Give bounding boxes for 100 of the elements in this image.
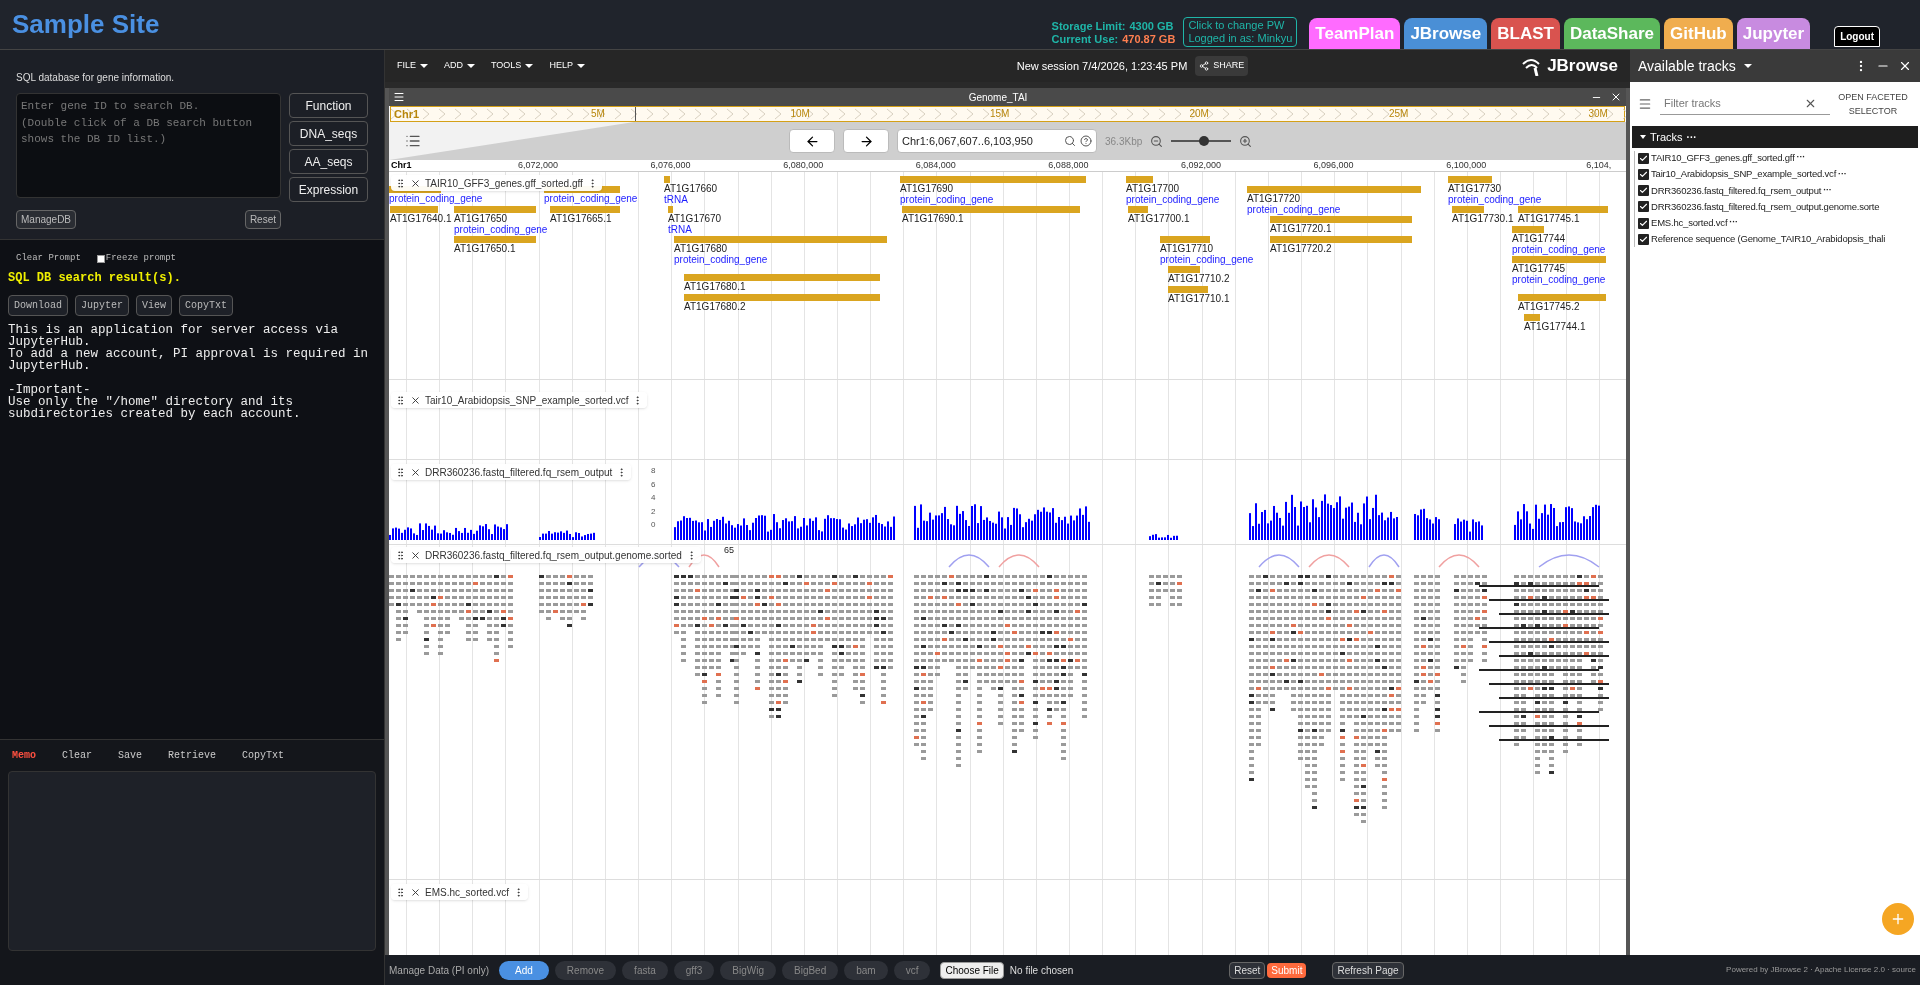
drag-handle-icon[interactable] <box>395 549 406 561</box>
track-item-label[interactable]: EMS.hc_sorted.vcf <box>1651 216 1728 231</box>
back-button[interactable] <box>789 129 835 153</box>
menu-button[interactable]: HELP <box>549 59 585 73</box>
filter-field[interactable]: Filter tracks <box>1664 95 1804 112</box>
feature-label: AT1G17745.1 <box>1518 213 1581 224</box>
memo-action-button[interactable]: Retrieve <box>168 748 217 763</box>
refresh-page-button[interactable]: Refresh Page <box>1332 961 1404 979</box>
close-icon[interactable] <box>410 177 421 189</box>
reset-button[interactable]: Reset <box>1229 961 1266 979</box>
result-action-button[interactable]: Download <box>8 294 68 316</box>
choose-file-button[interactable]: Choose File <box>940 961 1004 979</box>
track-checkbox[interactable] <box>1638 152 1649 164</box>
feature-label: AT1G17744.1 <box>1524 321 1586 332</box>
close-icon[interactable] <box>410 466 421 478</box>
drag-handle-icon[interactable] <box>395 886 406 898</box>
ruler-tick-label: 6,096,000 <box>1313 160 1354 171</box>
feature-description: protein_coding_gene <box>900 194 995 205</box>
track-checkbox[interactable] <box>1638 217 1649 229</box>
track-label[interactable]: TAIR10_GFF3_genes.gff_sorted.gff <box>391 175 602 191</box>
track-checkbox[interactable] <box>1638 168 1649 180</box>
more-button[interactable]: ··· <box>1686 129 1697 145</box>
db-search-button[interactable]: Function <box>289 93 368 118</box>
track-selector-icon[interactable] <box>405 133 421 149</box>
format-button[interactable]: vcf <box>893 960 931 980</box>
expand-icon[interactable] <box>1640 135 1646 139</box>
close-icon[interactable] <box>410 886 421 898</box>
result-action-button[interactable]: CopyTxt <box>179 294 234 316</box>
overview-tick-label: 5M <box>591 107 605 121</box>
more-button[interactable]: ··· <box>1823 183 1832 198</box>
drag-handle-icon[interactable] <box>395 466 406 478</box>
memo-field[interactable] <box>8 771 376 951</box>
more-button[interactable]: ··· <box>1796 151 1805 165</box>
close-icon[interactable] <box>1898 59 1912 73</box>
track-checkbox[interactable] <box>1638 185 1649 197</box>
menu-icon[interactable] <box>1638 97 1652 111</box>
menu-button[interactable]: TOOLS <box>491 59 534 73</box>
drag-handle-icon[interactable] <box>395 394 406 406</box>
track-item-label[interactable]: Reference sequence (Genome_TAIR10_Arabidopsis_thali <box>1651 232 1886 247</box>
view-menu-icon[interactable] <box>393 91 405 103</box>
menu-button[interactable]: FILE <box>397 59 428 73</box>
gene-id-field[interactable]: Enter gene ID to search DB. (Double click of a DB search button shows the DB ID list.) <box>16 93 281 198</box>
more-button[interactable]: ··· <box>1838 167 1847 182</box>
track-item-label[interactable]: Tair10_Arabidopsis_SNP_example_sorted.vcf <box>1651 167 1837 182</box>
close-icon[interactable] <box>410 394 421 406</box>
format-button[interactable]: gff3 <box>673 960 715 980</box>
track-label[interactable]: EMS.hc_sorted.vcf <box>391 884 528 900</box>
track-checkbox[interactable] <box>1638 201 1649 213</box>
track-item-label[interactable]: TAIR10_GFF3_genes.gff_sorted.gff <box>1651 151 1795 166</box>
locus-field[interactable]: Chr1:6,067,607..6,103,950 <box>897 129 1097 153</box>
drag-handle-icon[interactable] <box>395 177 406 189</box>
close-icon[interactable] <box>1610 91 1622 103</box>
logout-button[interactable]: Logout <box>1834 26 1880 47</box>
help-icon[interactable] <box>1080 135 1092 147</box>
manage-db-button[interactable]: ManageDB <box>16 210 77 229</box>
track-label[interactable]: Tair10_Arabidopsis_SNP_example_sorted.vcf <box>391 392 648 408</box>
format-button[interactable]: BigBed <box>782 960 839 980</box>
format-button[interactable]: bam <box>844 960 888 980</box>
track-item-label[interactable]: DRR360236.fastq_filtered.fq_rsem_output.genome.sorte <box>1651 199 1880 214</box>
memo-action-button[interactable]: Clear <box>62 748 93 763</box>
notice-text: This is an application for server access via JupyterHub. <box>8 323 339 348</box>
track-checkbox[interactable] <box>1638 233 1649 245</box>
db-description: SQL database for gene information. <box>16 71 176 85</box>
faceted-selector-button[interactable]: OPEN FACETED SELECTOR <box>1838 90 1908 118</box>
result-action-button[interactable]: View <box>136 294 173 316</box>
freeze-checkbox[interactable] <box>96 254 105 263</box>
search-icon[interactable] <box>1064 135 1076 147</box>
feature-description: protein_coding_gene <box>1512 274 1606 285</box>
more-button[interactable]: ··· <box>1729 216 1738 230</box>
memo-action-button[interactable]: CopyTxt <box>242 748 285 763</box>
close-icon[interactable] <box>410 549 421 561</box>
remove-button[interactable]: Remove <box>554 960 617 980</box>
zoom-slider-thumb[interactable] <box>1199 136 1210 146</box>
db-search-button[interactable]: DNA_seqs <box>289 121 368 146</box>
db-search-button[interactable]: AA_seqs <box>289 149 368 174</box>
zoom-in-icon[interactable] <box>1239 134 1253 148</box>
feature-label: AT1G17720.2 <box>1270 243 1333 254</box>
track-label[interactable]: DRR360236.fastq_filtered.fq_rsem_output <box>391 464 632 480</box>
ruler-chrom-label: Chr1 <box>391 160 412 171</box>
share-button[interactable]: SHARE <box>1195 56 1249 76</box>
nav-tab[interactable]: BLAST <box>1491 18 1560 49</box>
memo-action-button[interactable]: Save <box>118 748 143 763</box>
reset-button[interactable]: Reset <box>244 210 281 229</box>
clear-prompt-button[interactable]: Clear Prompt <box>16 252 81 266</box>
clear-icon[interactable] <box>1804 97 1817 110</box>
forward-button[interactable] <box>843 129 889 153</box>
track-label[interactable]: DRR360236.fastq_filtered.fq_rsem_output.genome.sorted <box>391 547 701 563</box>
overview-tick-label: 15M <box>990 107 1010 121</box>
track-item-label[interactable]: DRR360236.fastq_filtered.fq_rsem_output <box>1651 183 1822 198</box>
format-button[interactable]: BigWig <box>720 960 776 980</box>
category-label[interactable]: Tracks <box>1650 128 1683 146</box>
format-button[interactable]: fasta <box>622 960 668 980</box>
site-title[interactable]: Sample Site <box>0 5 160 44</box>
menu-button[interactable]: ADD <box>444 59 476 73</box>
zoom-out-icon[interactable] <box>1150 134 1164 148</box>
session-title: New session 7/4/2026, 1:23:45 PM <box>1016 58 1188 74</box>
result-action-button[interactable]: Jupyter <box>75 294 130 316</box>
db-search-button[interactable]: Expression <box>289 177 368 202</box>
account-button[interactable]: Click to change PW Logged in as: Minkyu <box>1183 17 1298 47</box>
add-button[interactable] <box>1882 903 1914 935</box>
